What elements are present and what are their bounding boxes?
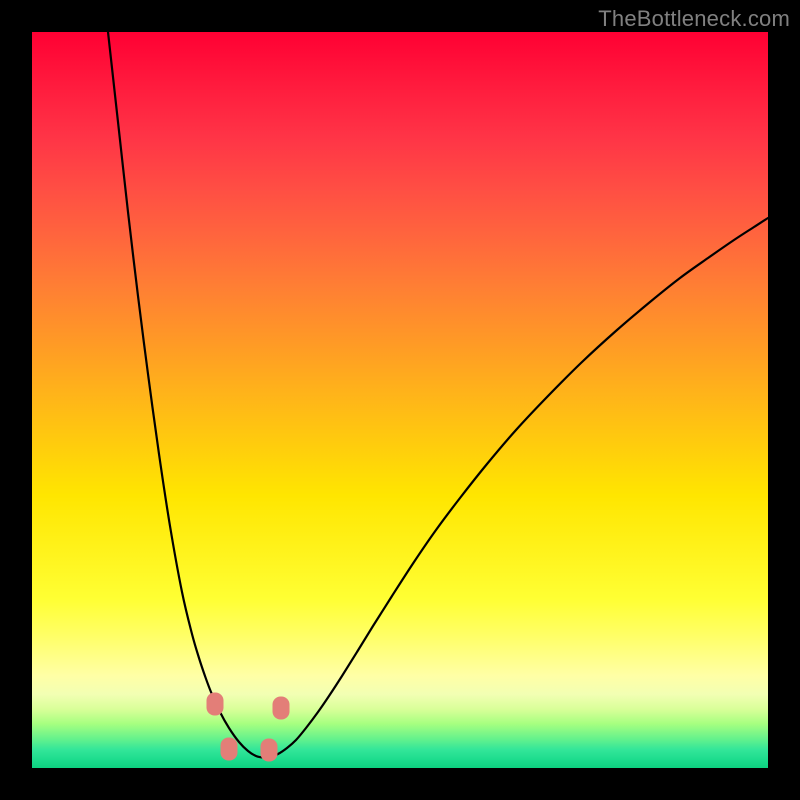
curve-marker: [207, 693, 224, 716]
curve-marker: [273, 697, 290, 720]
curve-markers: [32, 32, 768, 768]
curve-marker: [221, 738, 238, 761]
curve-marker: [261, 739, 278, 762]
watermark-text: TheBottleneck.com: [598, 6, 790, 32]
plot-area: [32, 32, 768, 768]
chart-frame: TheBottleneck.com: [0, 0, 800, 800]
